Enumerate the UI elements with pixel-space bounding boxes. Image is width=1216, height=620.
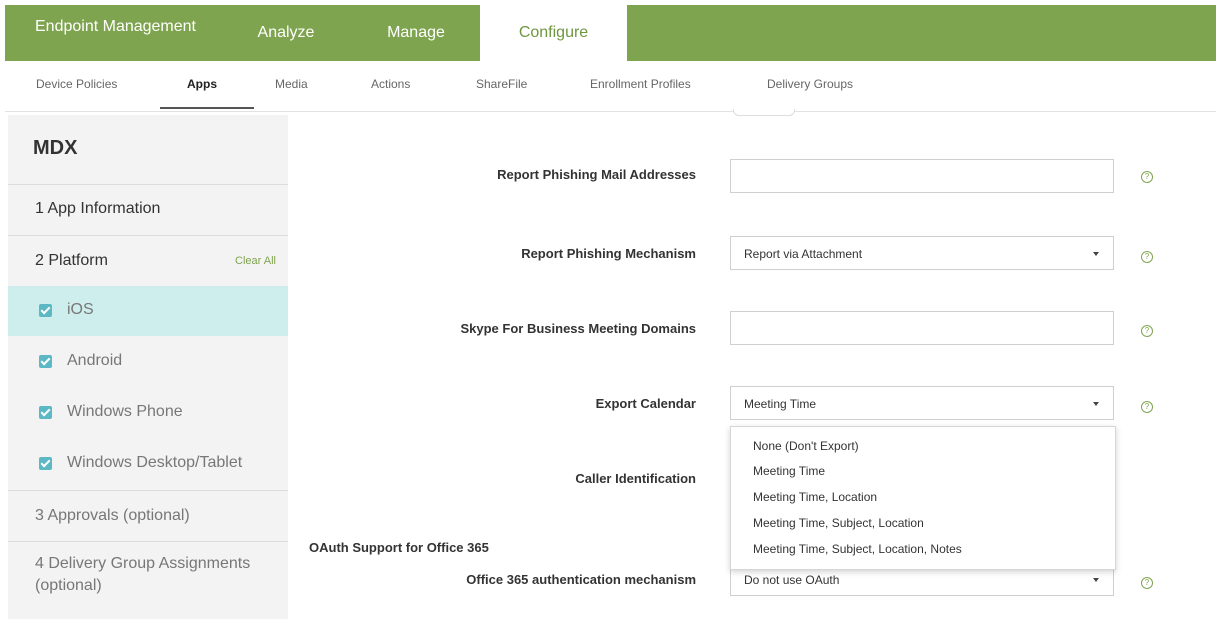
select-value: Report via Attachment <box>744 247 863 261</box>
select-value: Do not use OAuth <box>744 573 840 587</box>
sidebar-step-app-information[interactable]: 1 App Information <box>8 184 288 235</box>
tab-analyze[interactable]: Analyze <box>241 5 331 61</box>
product-title: Endpoint Management <box>35 18 196 35</box>
sidebar-step-platform[interactable]: 2 Platform Clear All <box>8 235 288 286</box>
sidebar-step-label: 2 Platform <box>35 252 108 269</box>
subnav-media[interactable]: Media <box>275 77 308 91</box>
platform-label: iOS <box>67 301 94 318</box>
help-icon[interactable]: ? <box>1141 171 1153 183</box>
subnav-delivery-groups[interactable]: Delivery Groups <box>767 77 853 91</box>
export-calendar-dropdown-menu: None (Don't Export) Meeting Time Meeting… <box>730 426 1116 570</box>
select-value: Meeting Time <box>744 397 817 411</box>
platform-item-android[interactable]: Android <box>8 337 288 387</box>
help-icon[interactable]: ? <box>1141 577 1153 589</box>
sidebar-step-approvals[interactable]: 3 Approvals (optional) <box>8 490 288 541</box>
sidebar-step-label: 3 Approvals (optional) <box>35 507 190 524</box>
export-calendar-select[interactable]: Meeting Time <box>730 386 1114 420</box>
platform-label: Windows Desktop/Tablet <box>67 454 243 471</box>
clear-all-link[interactable]: Clear All <box>235 255 276 267</box>
top-navigation-bar: Endpoint Management Analyze Manage Confi… <box>5 5 1216 61</box>
report-phishing-addresses-label: Report Phishing Mail Addresses <box>497 167 696 182</box>
oauth-section-heading: OAuth Support for Office 365 <box>309 540 489 555</box>
checkbox-checked-icon[interactable] <box>39 457 52 470</box>
chevron-down-icon <box>1093 402 1099 406</box>
skype-meeting-domains-input[interactable] <box>730 311 1114 345</box>
dropdown-option[interactable]: Meeting Time, Subject, Location <box>753 516 924 530</box>
help-icon[interactable]: ? <box>1141 251 1153 263</box>
sidebar-step-label: 1 App Information <box>35 200 161 217</box>
subnav-apps[interactable]: Apps <box>187 77 217 91</box>
report-phishing-mechanism-label: Report Phishing Mechanism <box>521 246 696 261</box>
platform-item-windows-desktop-tablet[interactable]: Windows Desktop/Tablet <box>8 439 288 489</box>
help-icon[interactable]: ? <box>1141 401 1153 413</box>
help-icon[interactable]: ? <box>1141 325 1153 337</box>
sidebar-step-delivery-group-assignments[interactable]: 4 Delivery Group Assignments (optional) <box>8 541 288 620</box>
caller-identification-label: Caller Identification <box>575 471 696 486</box>
platform-item-windows-phone[interactable]: Windows Phone <box>8 388 288 438</box>
sidebar-step-label: 4 Delivery Group Assignments (optional) <box>35 555 251 594</box>
checkbox-checked-icon[interactable] <box>39 406 52 419</box>
dropdown-option[interactable]: Meeting Time, Subject, Location, Notes <box>753 542 962 556</box>
dropdown-option[interactable]: None (Don't Export) <box>753 439 859 453</box>
chevron-down-icon <box>1093 252 1099 256</box>
subnav-actions[interactable]: Actions <box>371 77 410 91</box>
report-phishing-mechanism-select[interactable]: Report via Attachment <box>730 236 1114 270</box>
export-calendar-label: Export Calendar <box>595 396 696 411</box>
chevron-down-icon <box>1093 578 1099 582</box>
sidebar-title: MDX <box>33 137 78 159</box>
platform-label: Windows Phone <box>67 403 183 420</box>
tab-manage[interactable]: Manage <box>361 5 471 61</box>
report-phishing-addresses-input[interactable] <box>730 159 1114 193</box>
active-tab-indicator <box>160 107 254 109</box>
subnav-sharefile[interactable]: ShareFile <box>476 77 527 91</box>
checkbox-checked-icon[interactable] <box>39 304 52 317</box>
configure-subnav: Device Policies Apps Media Actions Share… <box>5 61 1216 112</box>
tab-configure[interactable]: Configure <box>480 5 627 61</box>
control-edge <box>733 109 795 116</box>
platform-label: Android <box>67 352 123 369</box>
subnav-enrollment-profiles[interactable]: Enrollment Profiles <box>590 77 691 91</box>
mdx-wizard-sidebar: MDX 1 App Information 2 Platform Clear A… <box>8 115 288 619</box>
skype-meeting-domains-label: Skype For Business Meeting Domains <box>460 321 696 336</box>
checkbox-checked-icon[interactable] <box>39 355 52 368</box>
settings-form: Report Phishing Mail Addresses ? Report … <box>288 109 1216 619</box>
platform-item-ios[interactable]: iOS <box>8 286 288 336</box>
subnav-device-policies[interactable]: Device Policies <box>36 77 117 91</box>
dropdown-option[interactable]: Meeting Time <box>753 464 825 478</box>
dropdown-option[interactable]: Meeting Time, Location <box>753 490 877 504</box>
office365-auth-label: Office 365 authentication mechanism <box>466 572 696 587</box>
